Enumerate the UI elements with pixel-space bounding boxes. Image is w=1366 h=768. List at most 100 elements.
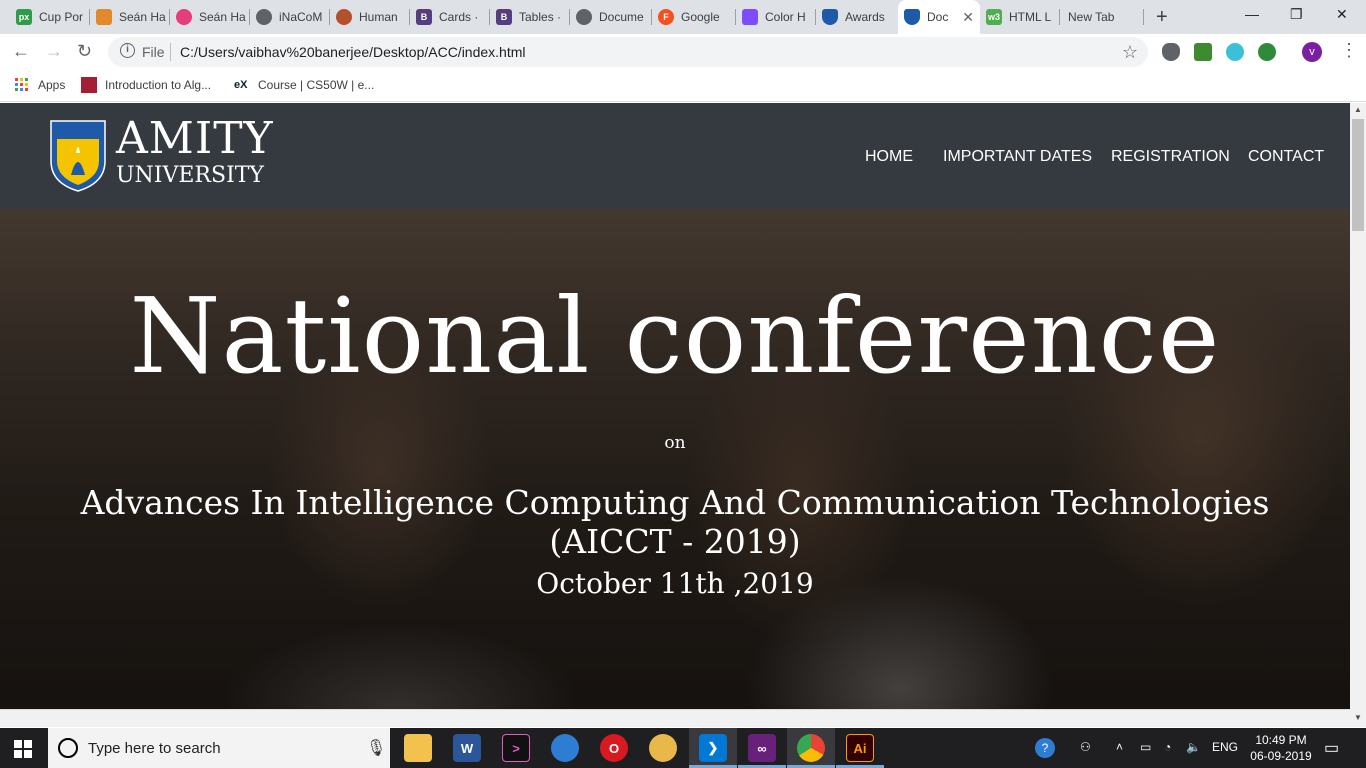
back-icon[interactable]: ← <box>12 41 30 62</box>
tab-title: Tables · <box>519 10 562 24</box>
tab-title: iNaCoM <box>279 10 323 24</box>
scroll-down-icon[interactable]: ▼ <box>1354 713 1362 722</box>
tab[interactable]: Seán Ha <box>90 4 170 30</box>
apps-grid-icon <box>15 78 28 91</box>
word-icon[interactable]: W <box>453 734 481 762</box>
clock[interactable]: 10:49 PM 06-09-2019 <box>1246 732 1316 764</box>
logo-subtitle[interactable]: UNIVERSITY <box>116 163 264 188</box>
tab-title: Seán Ha <box>199 10 246 24</box>
close-tab-icon[interactable]: ✕ <box>956 9 974 26</box>
profile-avatar[interactable]: v <box>1302 42 1322 62</box>
taskbar-search[interactable]: Type here to search 🎙 <box>48 728 390 768</box>
tab-divider <box>1059 9 1060 25</box>
windows-start-icon[interactable] <box>14 740 32 758</box>
minimize-icon[interactable]: — <box>1245 6 1259 22</box>
scrollbar-thumb[interactable] <box>1352 119 1364 231</box>
tab[interactable]: Human <box>330 4 410 30</box>
opera-icon[interactable]: O <box>600 734 628 762</box>
reload-icon[interactable]: ↻ <box>77 41 92 62</box>
file-explorer-icon[interactable] <box>404 734 432 762</box>
tab-title: Doc <box>927 10 949 24</box>
clock-date: 06-09-2019 <box>1250 749 1312 763</box>
tab[interactable]: px Cup Por <box>10 4 90 30</box>
file-label: File <box>142 44 165 60</box>
tab-favicon-icon <box>176 9 192 25</box>
volume-icon[interactable]: 🔈 <box>1186 740 1201 754</box>
forward-icon[interactable]: → <box>45 41 63 62</box>
tab-title: Google <box>681 10 720 24</box>
bug-extension-icon[interactable] <box>1162 43 1180 61</box>
edx-icon: eX <box>234 79 248 91</box>
tab[interactable]: New Tab <box>1062 4 1144 30</box>
tab[interactable]: B Cards · <box>410 4 490 30</box>
tab[interactable]: w3 HTML L <box>980 4 1060 30</box>
bookmark-apps[interactable]: Apps <box>14 77 65 93</box>
bookmark-label: Introduction to Alg... <box>105 78 212 92</box>
scroll-up-icon[interactable]: ▲ <box>1354 105 1362 114</box>
atom-icon[interactable] <box>649 734 677 762</box>
nav-important-dates[interactable]: IMPORTANT DATES <box>943 148 1092 166</box>
site-navbar: AMITY UNIVERSITY HOME IMPORTANT DATES RE… <box>0 103 1350 209</box>
menu-icon[interactable]: ⋮ <box>1340 40 1358 61</box>
tab[interactable]: Docume <box>570 4 652 30</box>
tab-favicon-icon: px <box>16 9 32 25</box>
nav-registration[interactable]: REGISTRATION <box>1111 148 1230 166</box>
html-extension-icon[interactable] <box>1194 43 1212 61</box>
tab-title: Color H <box>765 10 806 24</box>
address-bar[interactable]: i File C:/Users/vaibhav%20banerjee/Deskt… <box>108 37 1148 67</box>
tab[interactable]: Seán Ha <box>170 4 250 30</box>
tab-title: HTML L <box>1009 10 1052 24</box>
bookmark-mit[interactable]: Introduction to Alg... <box>81 77 211 93</box>
new-tab-button[interactable]: + <box>1156 6 1168 29</box>
language-indicator[interactable]: ENG <box>1212 740 1238 754</box>
tab-favicon-icon: B <box>416 9 432 25</box>
help-icon[interactable]: ? <box>1035 738 1055 758</box>
restore-icon[interactable]: ❐ <box>1290 6 1303 23</box>
cortana-icon <box>58 738 78 758</box>
terminal-icon[interactable]: > <box>502 734 530 762</box>
wifi-icon[interactable]: ◔ <box>1164 740 1171 754</box>
sync-app-icon[interactable] <box>551 734 579 762</box>
tab-strip: px Cup Por Seán Ha Seán Ha iNaCoM Human … <box>0 0 1366 34</box>
battery-icon[interactable]: ▭ <box>1140 740 1151 754</box>
nav-home[interactable]: HOME <box>865 148 913 166</box>
chrome-icon[interactable] <box>797 734 825 762</box>
divider <box>170 43 171 61</box>
bookmark-label: Course | CS50W | e... <box>258 78 375 92</box>
tab[interactable]: Awards <box>816 4 898 30</box>
react-extension-icon[interactable] <box>1226 43 1244 61</box>
tab[interactable]: Color H <box>736 4 816 30</box>
people-icon[interactable]: ⚇ <box>1080 740 1091 754</box>
tab-active[interactable]: Doc ✕ <box>898 0 980 34</box>
amity-logo-icon[interactable] <box>49 119 107 193</box>
info-icon[interactable]: i <box>120 43 135 58</box>
logo-title[interactable]: AMITY <box>116 113 274 164</box>
tab[interactable]: iNaCoM <box>250 4 330 30</box>
notifications-icon[interactable]: ▭ <box>1324 738 1339 758</box>
page-bottom-strip <box>0 709 1350 727</box>
tab-favicon-icon <box>904 9 920 25</box>
globe-extension-icon[interactable] <box>1258 43 1276 61</box>
windows-taskbar: Type here to search 🎙 W > O ❯ ∞ Ai ? ⚇ ˄… <box>0 728 1366 768</box>
tab-favicon-icon <box>576 9 592 25</box>
close-window-icon[interactable]: ✕ <box>1336 6 1348 23</box>
clock-time: 10:49 PM <box>1255 733 1307 747</box>
vscode-icon[interactable]: ❯ <box>699 734 727 762</box>
tab[interactable]: F Google <box>652 4 736 30</box>
nav-contact[interactable]: CONTACT <box>1248 148 1324 166</box>
url-text[interactable]: C:/Users/vaibhav%20banerjee/Desktop/ACC/… <box>180 44 526 60</box>
microphone-icon[interactable]: 🎙 <box>366 738 386 758</box>
illustrator-icon[interactable]: Ai <box>846 734 874 762</box>
bookmark-edx[interactable]: eX Course | CS50W | e... <box>234 77 374 93</box>
vertical-scrollbar[interactable]: ▲ ▼ <box>1350 103 1366 727</box>
tab-favicon-icon <box>256 9 272 25</box>
bookmark-label: Apps <box>38 78 66 92</box>
tab-title: Cards · <box>439 10 479 24</box>
visual-studio-icon[interactable]: ∞ <box>748 734 776 762</box>
tab-favicon-icon: B <box>496 9 512 25</box>
hero-date: October 11th ,2019 <box>536 567 814 600</box>
chevron-up-icon[interactable]: ˄ <box>1116 740 1123 754</box>
tab[interactable]: B Tables · <box>490 4 570 30</box>
tab-favicon-icon: F <box>658 9 674 25</box>
bookmark-star-icon[interactable]: ☆ <box>1122 42 1138 63</box>
